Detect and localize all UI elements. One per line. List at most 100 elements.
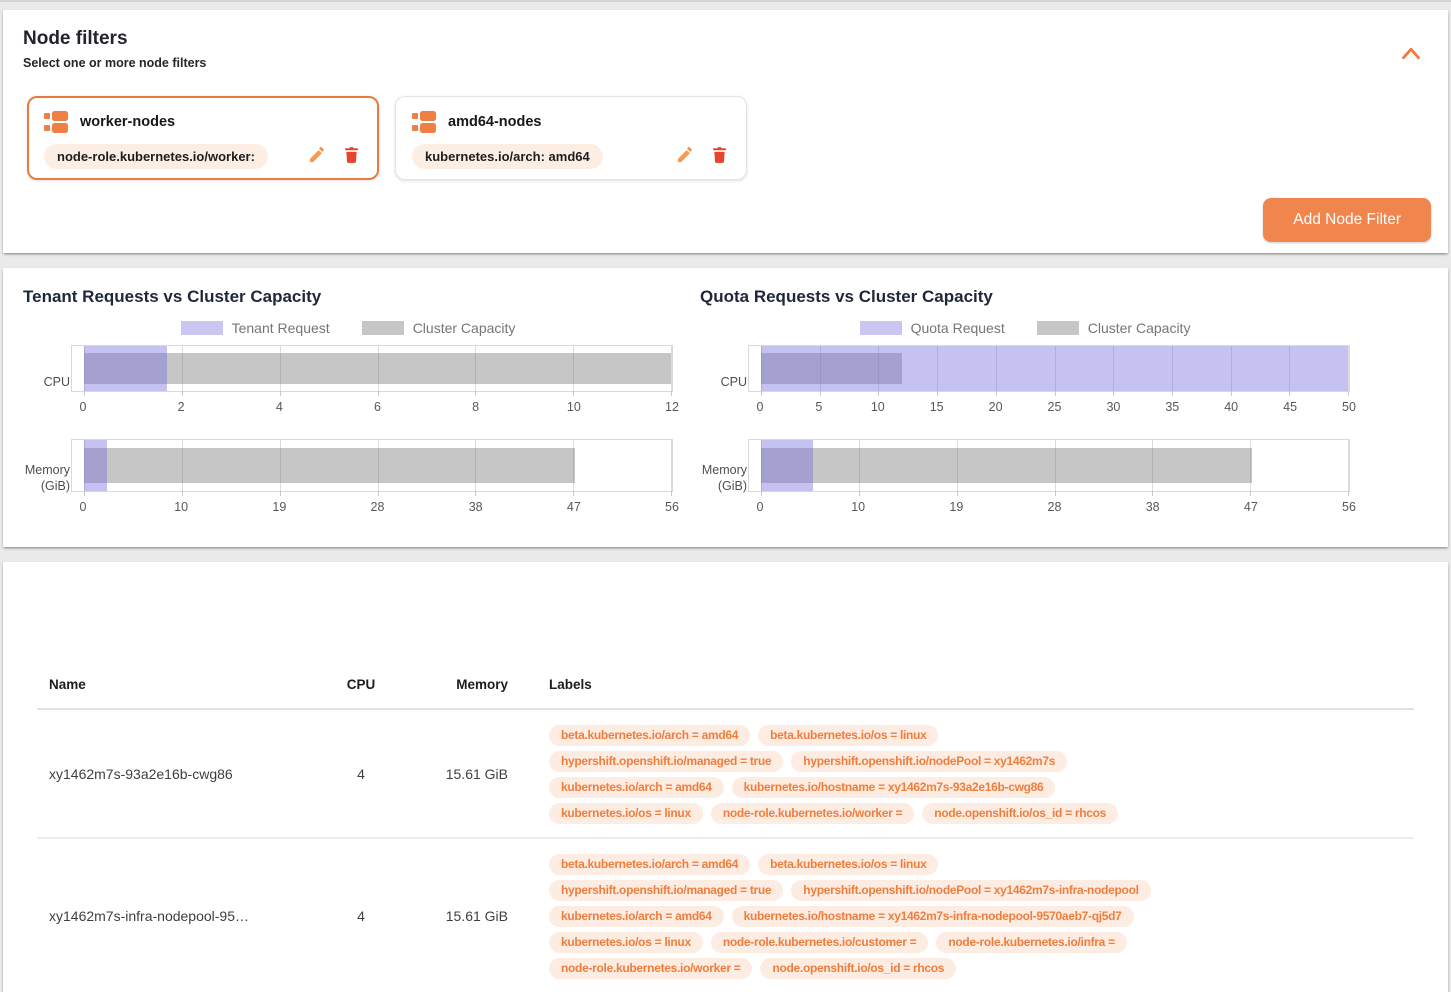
chart-title: Quota Requests vs Cluster Capacity [700,286,1350,308]
node-label-chip: node-role.kubernetes.io/worker = [711,803,914,824]
filter-card-amd64-nodes[interactable]: amd64-nodes kubernetes.io/arch: amd64 [395,96,747,180]
legend-item: Quota Request [860,320,1005,336]
request-bar [761,346,1348,391]
node-label-chip: kubernetes.io/os = linux [549,803,703,824]
legend-label: Quota Request [911,320,1005,336]
axis-tick-label: 10 [871,400,885,414]
axis-tick-label: 10 [851,500,865,514]
axis-tick-label: 2 [178,400,185,414]
node-label-chip: kubernetes.io/arch = amd64 [549,777,724,798]
filter-name: worker-nodes [80,114,175,130]
chart-legend: Quota Request Cluster Capacity [700,320,1350,335]
legend-label: Cluster Capacity [1088,320,1191,336]
axis-tick-label: 38 [1146,500,1160,514]
chart-gridline [671,440,672,491]
chart-axis: 0101928384756 [748,492,1350,520]
chart-row-label-text: CPU [721,374,747,390]
chart-gridline [1348,440,1349,491]
node-name-cell: xy1462m7s-infra-nodepool-95… [37,839,301,992]
node-label-chip: node-role.kubernetes.io/worker = [549,958,752,979]
legend-swatch [181,321,223,335]
node-name-cell: xy1462m7s-93a2e16b-cwg86 [37,710,301,837]
chart-row-label-text: Memory(GiB) [702,462,747,494]
axis-tick-label: 10 [567,400,581,414]
node-cpu-cell: 4 [301,839,421,992]
node-label-chip: kubernetes.io/hostname = xy1462m7s-infra… [732,906,1134,927]
chart-plot-area [71,345,673,392]
filter-card-worker-nodes[interactable]: worker-nodes node-role.kubernetes.io/wor… [27,96,379,180]
axis-tick-label: 40 [1224,400,1238,414]
axis-tick-label: 0 [757,500,764,514]
chart-gridline [1348,346,1349,391]
labels-chip-list: beta.kubernetes.io/arch = amd64beta.kube… [549,854,1164,979]
filter-selector-chip: kubernetes.io/arch: amd64 [412,144,603,169]
node-group-icon [412,111,436,133]
node-label-chip: node-role.kubernetes.io/infra = [936,932,1126,953]
node-label-chip: node-role.kubernetes.io/customer = [711,932,929,953]
axis-tick-label: 28 [1048,500,1062,514]
axis-tick-label: 56 [1342,500,1356,514]
axis-tick-label: 8 [472,400,479,414]
chart-row-label: Memory(GiB) [700,439,748,520]
node-label-chip: hypershift.openshift.io/nodePool = xy146… [791,751,1067,772]
chart-row-label: CPU [700,345,748,420]
table-header-row: Name CPU Memory Labels [37,660,1414,710]
table-body: xy1462m7s-93a2e16b-cwg86415.61 GiBbeta.k… [37,710,1414,992]
axis-tick-label: 30 [1106,400,1120,414]
chart-row-cpu: CPU05101520253035404550 [700,345,1350,420]
trash-icon [710,153,729,168]
node-filters-title: Node filters [23,28,1428,50]
collapse-panel-button[interactable] [1401,46,1421,62]
chart-plot-area [748,439,1350,492]
node-label-chip: kubernetes.io/arch = amd64 [549,906,724,927]
chart-plot-column: 0101928384756 [748,439,1350,520]
edit-filter-button[interactable] [674,145,696,167]
chart-plot-column: 05101520253035404550 [748,345,1350,420]
node-labels-cell: beta.kubernetes.io/arch = amd64beta.kube… [541,710,1414,837]
node-label-chip: node.openshift.io/os_id = rhcos [922,803,1118,824]
chart-axis: 0101928384756 [71,492,673,520]
legend-swatch [362,321,404,335]
table-row: xy1462m7s-infra-nodepool-95…415.61 GiBbe… [37,837,1414,992]
chart-row-memory: Memory(GiB)0101928384756 [700,439,1350,520]
legend-swatch [1037,321,1079,335]
axis-tick-label: 0 [80,500,87,514]
node-label-chip: node.openshift.io/os_id = rhcos [760,958,956,979]
chart-row-memory: Memory(GiB)0101928384756 [23,439,673,520]
legend-item: Tenant Request [181,320,330,336]
filter-name: amd64-nodes [448,114,541,130]
delete-filter-button[interactable] [340,145,362,167]
column-header-name: Name [37,677,301,692]
quota-requests-chart: Quota Requests vs Cluster Capacity Quota… [700,286,1350,547]
node-labels-cell: beta.kubernetes.io/arch = amd64beta.kube… [541,839,1414,992]
pencil-icon [675,153,695,168]
table-row: xy1462m7s-93a2e16b-cwg86415.61 GiBbeta.k… [37,710,1414,837]
filter-selector-chip: node-role.kubernetes.io/worker: [44,144,268,169]
capacity-bar [761,448,1252,483]
column-header-labels: Labels [541,677,1414,692]
node-memory-cell: 15.61 GiB [421,839,541,992]
labels-chip-list: beta.kubernetes.io/arch = amd64beta.kube… [549,725,1164,824]
node-label-chip: hypershift.openshift.io/managed = true [549,880,783,901]
chart-row-label: CPU [23,345,71,420]
chart-plot-area [71,439,673,492]
node-filters-subtitle: Select one or more node filters [23,55,1428,71]
delete-filter-button[interactable] [708,145,730,167]
axis-tick-label: 50 [1342,400,1356,414]
filter-card-list: worker-nodes node-role.kubernetes.io/wor… [27,96,1428,180]
node-label-chip: kubernetes.io/os = linux [549,932,703,953]
chart-axis: 05101520253035404550 [748,392,1350,420]
node-memory-cell: 15.61 GiB [421,710,541,837]
column-header-memory: Memory [421,677,541,692]
edit-filter-button[interactable] [306,145,328,167]
add-node-filter-button[interactable]: Add Node Filter [1263,198,1431,242]
node-label-chip: beta.kubernetes.io/os = linux [758,854,938,875]
axis-tick-label: 56 [665,500,679,514]
axis-tick-label: 45 [1283,400,1297,414]
axis-tick-label: 35 [1165,400,1179,414]
chart-title: Tenant Requests vs Cluster Capacity [23,286,673,308]
chevron-up-icon [1401,49,1421,64]
capacity-charts-panel: Tenant Requests vs Cluster Capacity Tena… [3,268,1448,547]
chart-plot-column: 024681012 [71,345,673,420]
axis-tick-label: 20 [989,400,1003,414]
